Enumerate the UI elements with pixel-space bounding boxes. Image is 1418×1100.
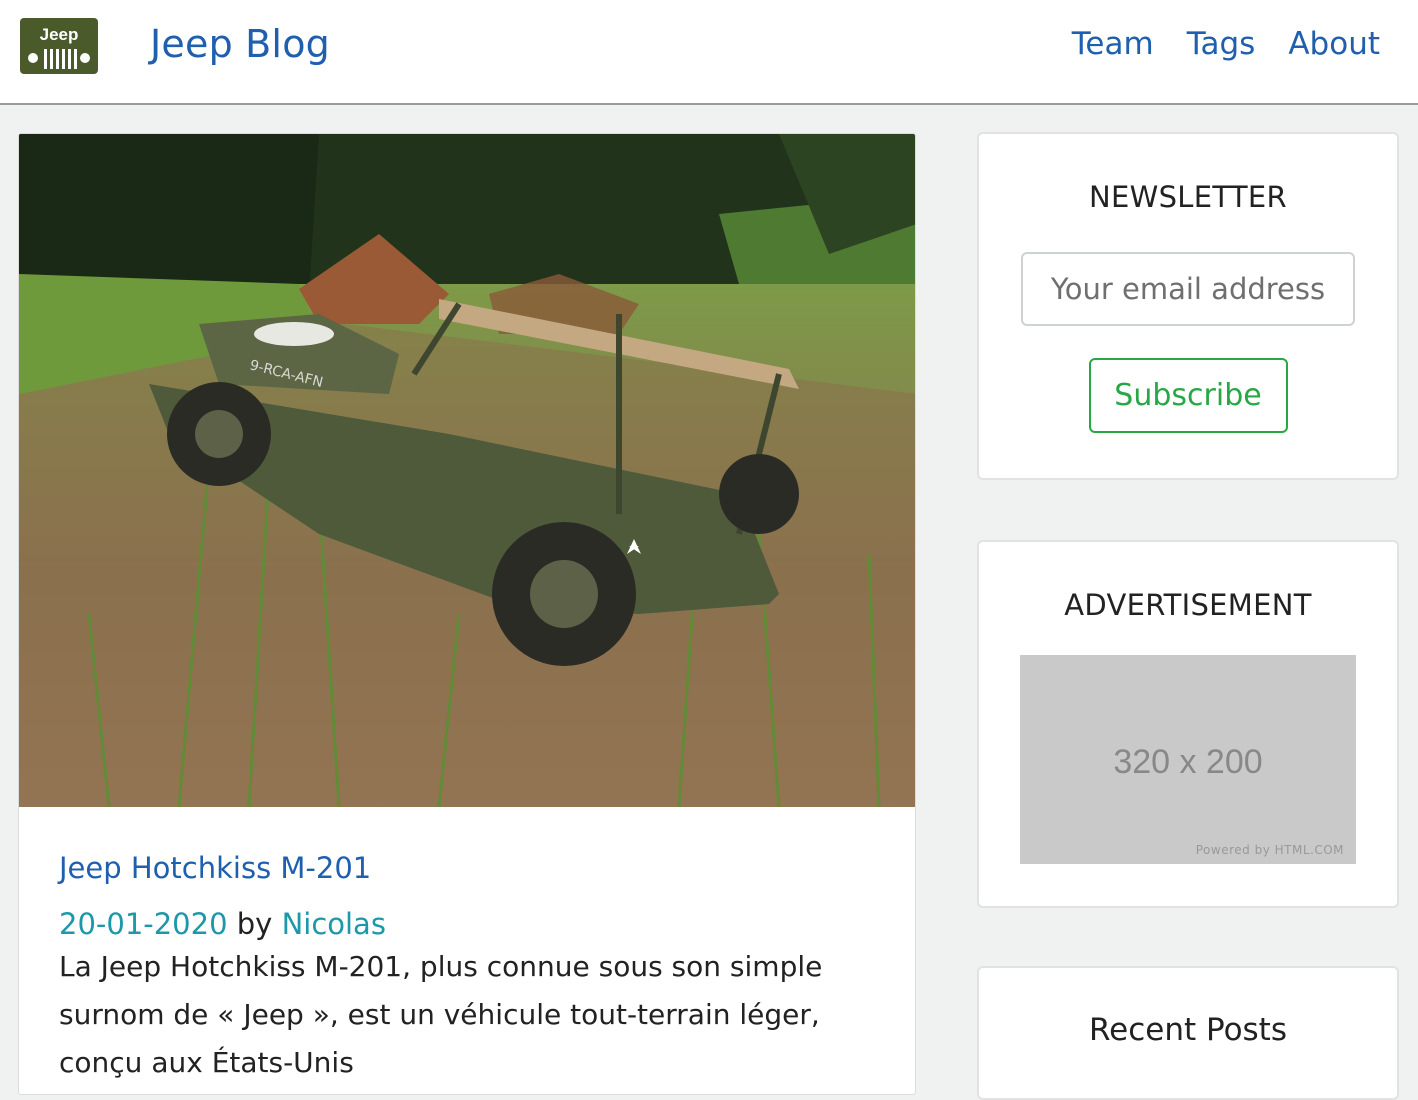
ad-powered-by: Powered by HTML.COM <box>1195 843 1344 857</box>
nav-link-team[interactable]: Team <box>1072 26 1154 62</box>
email-input[interactable] <box>1021 252 1355 326</box>
post-meta: 20-01-2020 by Nicolas <box>59 907 875 941</box>
post-title-link[interactable]: Jeep Hotchkiss M-201 <box>59 851 875 885</box>
post-body: Jeep Hotchkiss M-201 20-01-2020 by Nicol… <box>19 851 915 1087</box>
advertisement-title: ADVERTISEMENT <box>1064 588 1312 622</box>
post-date-link[interactable]: 20-01-2020 <box>59 907 228 941</box>
nav-links: Team Tags About <box>1072 26 1380 62</box>
jeep-logo[interactable]: Jeep <box>20 18 98 74</box>
nav-link-tags[interactable]: Tags <box>1187 26 1256 62</box>
logo-text: Jeep <box>40 25 79 44</box>
post-image[interactable]: 9-RCA-AFN <box>19 134 916 807</box>
ad-size-label: 320 x 200 <box>1113 743 1263 781</box>
subscribe-button[interactable]: Subscribe <box>1088 358 1288 433</box>
post-card: 9-RCA-AFN Jeep Hotchkiss M-201 20-01-202… <box>18 133 916 1095</box>
brand-link[interactable]: Jeep Blog <box>150 22 330 66</box>
post-by-label: by <box>236 907 273 941</box>
newsletter-widget: NEWSLETTER Subscribe <box>977 132 1399 480</box>
nav-link-about[interactable]: About <box>1288 26 1380 62</box>
newsletter-title: NEWSLETTER <box>1089 180 1287 214</box>
post-author-link[interactable]: Nicolas <box>282 907 386 941</box>
advertisement-widget: ADVERTISEMENT 320 x 200 Powered by HTML.… <box>977 540 1399 908</box>
recent-posts-widget: Recent Posts <box>977 966 1399 1100</box>
ad-placeholder[interactable]: 320 x 200 Powered by HTML.COM <box>1020 655 1356 864</box>
recent-posts-title: Recent Posts <box>1088 1012 1287 1048</box>
post-excerpt: La Jeep Hotchkiss M-201, plus connue sou… <box>59 950 823 1079</box>
top-navbar: Jeep Jeep Blog Team Tags About <box>0 0 1418 105</box>
